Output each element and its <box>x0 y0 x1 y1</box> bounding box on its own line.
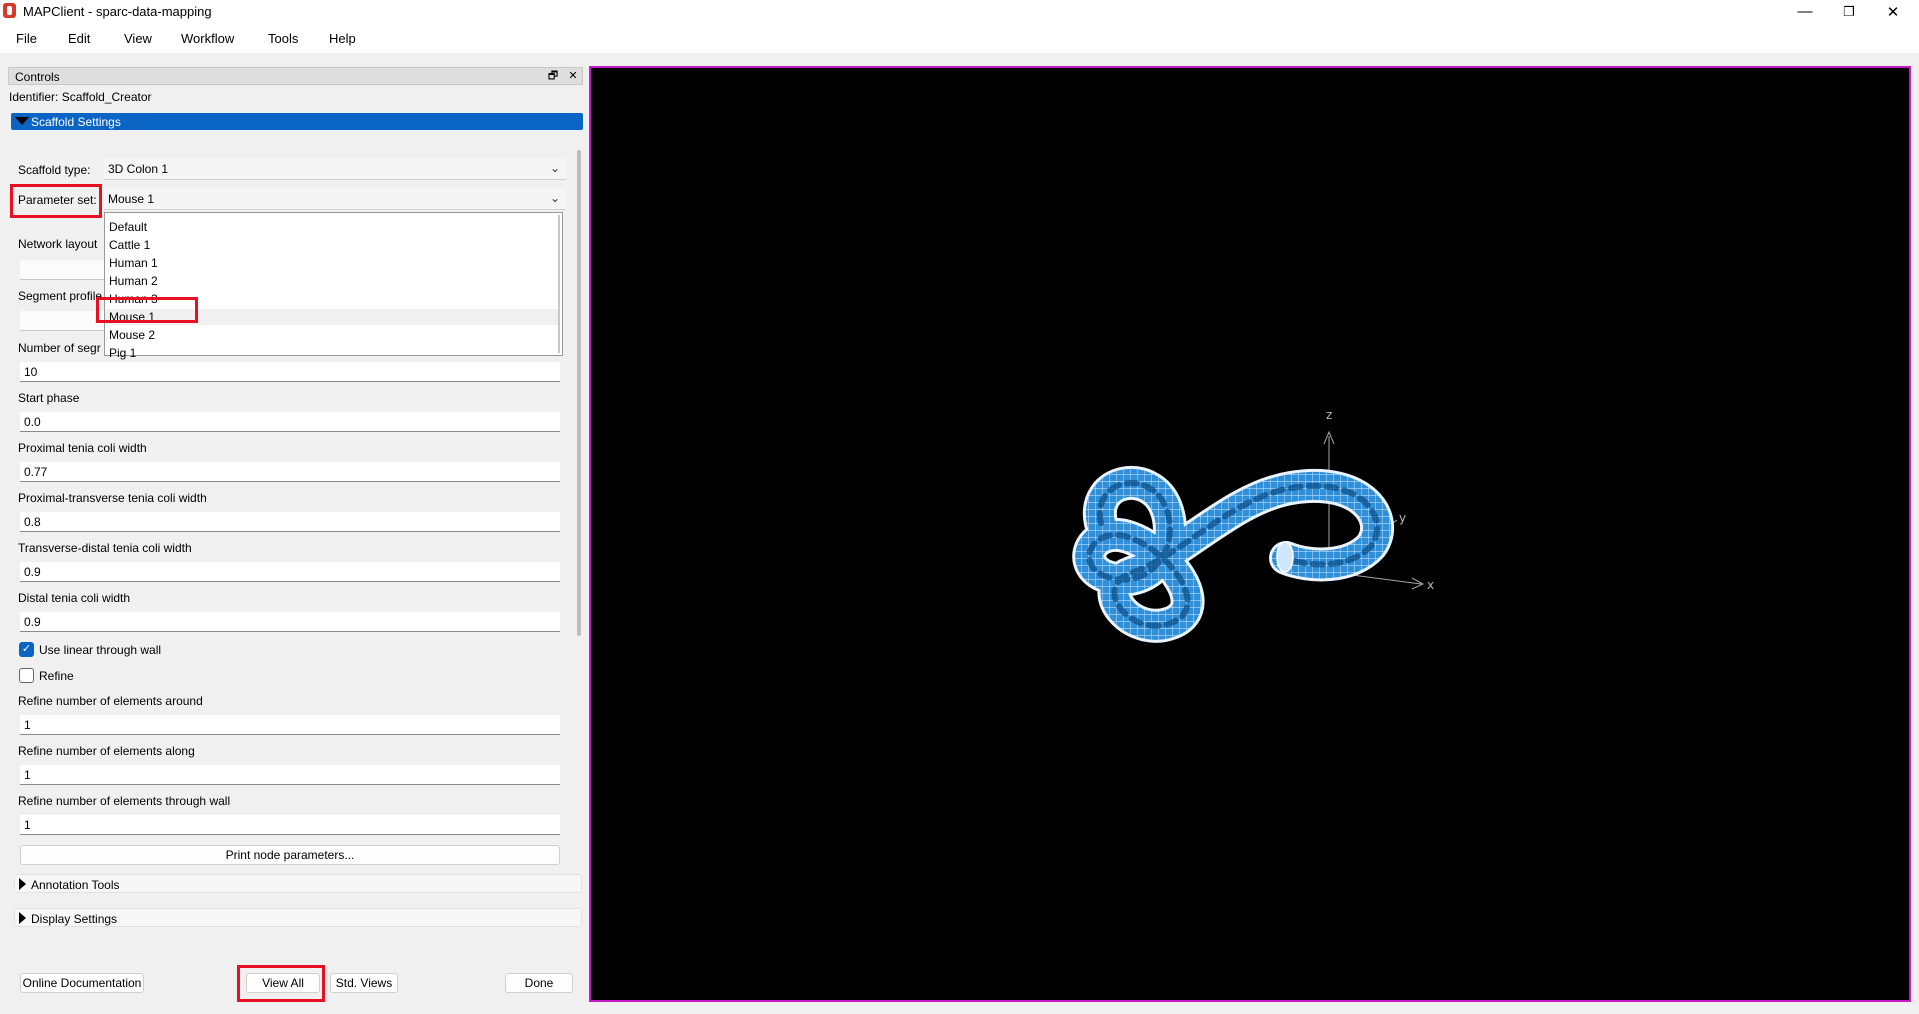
refine-wall-label: Refine number of elements through wall <box>18 794 231 808</box>
proximal-width-value: 0.77 <box>24 465 48 479</box>
option-cattle-1[interactable]: Cattle 1 <box>109 238 150 252</box>
scaffold-settings-label: Scaffold Settings <box>31 115 121 129</box>
print-node-parameters-button[interactable]: Print node parameters... <box>20 845 560 865</box>
menu-view[interactable]: View <box>124 31 152 46</box>
parameter-set-dropdown-list: Default Cattle 1 Human 1 Human 2 Human 3… <box>104 212 563 360</box>
menu-file[interactable]: File <box>16 31 37 46</box>
x-axis-label: x <box>1427 578 1434 592</box>
expand-triangle-icon <box>19 878 26 890</box>
proximal-width-input[interactable]: 0.77 <box>20 462 560 482</box>
annotation-tools-label: Annotation Tools <box>31 878 120 892</box>
segment-profile-field[interactable] <box>20 311 104 331</box>
option-pig-1[interactable]: Pig 1 <box>109 346 136 360</box>
refine-around-value: 1 <box>24 718 31 732</box>
number-segments-value: 10 <box>24 365 38 379</box>
controls-dock-title: Controls 🗗 ✕ <box>8 67 583 85</box>
option-mouse-2[interactable]: Mouse 2 <box>109 328 155 342</box>
number-segments-label: Number of segr <box>18 341 101 355</box>
display-settings-label: Display Settings <box>31 912 118 926</box>
menu-help[interactable]: Help <box>329 31 356 46</box>
title-bar: MAPClient - sparc-data-mapping — ❐ ✕ <box>0 0 1919 23</box>
float-icon[interactable]: 🗗 <box>545 69 561 83</box>
number-segments-input[interactable]: 10 <box>20 362 560 382</box>
online-documentation-button[interactable]: Online Documentation <box>20 973 144 993</box>
refine-along-value: 1 <box>24 768 31 782</box>
menu-edit[interactable]: Edit <box>68 31 90 46</box>
use-linear-label: Use linear through wall <box>39 643 162 657</box>
std-views-button[interactable]: Std. Views <box>330 973 398 993</box>
panel-scrollbar[interactable] <box>577 150 581 636</box>
network-layout-label: Network layout <box>18 237 98 251</box>
close-icon[interactable]: ✕ <box>565 69 581 83</box>
proximal-transverse-label: Proximal-transverse tenia coli width <box>18 491 207 505</box>
menu-tools[interactable]: Tools <box>268 31 298 46</box>
parameter-set-select[interactable]: Mouse 1 ⌄ <box>104 188 566 210</box>
start-phase-input[interactable]: 0.0 <box>20 412 560 432</box>
menu-bar: File Edit View Workflow Tools Help <box>0 23 1919 53</box>
window-title: MAPClient - sparc-data-mapping <box>23 4 212 19</box>
refine-checkbox[interactable] <box>19 668 34 683</box>
scaffold-type-select[interactable]: 3D Colon 1 ⌄ <box>104 158 566 180</box>
refine-around-label: Refine number of elements around <box>18 694 203 708</box>
minimize-button[interactable]: — <box>1783 0 1827 23</box>
distal-width-value: 0.9 <box>24 615 41 629</box>
distal-width-input[interactable]: 0.9 <box>20 612 560 632</box>
display-settings-header[interactable]: Display Settings <box>14 908 582 927</box>
mouse-1-highlight <box>96 297 198 323</box>
scaffold-render: z x y <box>1072 408 1434 643</box>
refine-wall-value: 1 <box>24 818 31 832</box>
3d-viewport[interactable]: z x y <box>589 66 1911 1002</box>
distal-width-label: Distal tenia coli width <box>18 591 131 605</box>
parameter-set-highlight <box>10 184 102 218</box>
transverse-distal-label: Transverse-distal tenia coli width <box>18 541 192 555</box>
dropdown-scrollbar[interactable] <box>558 215 560 353</box>
refine-label: Refine <box>39 669 74 683</box>
menu-workflow[interactable]: Workflow <box>181 31 234 46</box>
option-default[interactable]: Default <box>109 220 147 234</box>
annotation-tools-header[interactable]: Annotation Tools <box>14 874 582 893</box>
refine-wall-input[interactable]: 1 <box>20 815 560 835</box>
z-axis-label: z <box>1326 408 1332 422</box>
network-layout-field[interactable] <box>20 260 104 280</box>
expand-triangle-icon <box>19 912 26 924</box>
chevron-down-icon: ⌄ <box>549 161 560 175</box>
transverse-distal-input[interactable]: 0.9 <box>20 562 560 582</box>
scaffold-type-value: 3D Colon 1 <box>108 162 169 176</box>
scaffold-settings-header[interactable]: Scaffold Settings <box>11 113 583 130</box>
restore-button[interactable]: ❐ <box>1827 0 1871 23</box>
transverse-distal-value: 0.9 <box>24 565 41 579</box>
y-axis-label: y <box>1399 511 1406 525</box>
colon-scaffold-mesh <box>1072 466 1394 643</box>
collapse-triangle-icon <box>15 117 29 125</box>
proximal-transverse-value: 0.8 <box>24 515 41 529</box>
refine-along-input[interactable]: 1 <box>20 765 560 785</box>
dock-title-label: Controls <box>15 70 60 84</box>
use-linear-checkbox[interactable]: ✓ <box>19 642 34 657</box>
parameter-set-value: Mouse 1 <box>108 192 155 206</box>
option-human-1[interactable]: Human 1 <box>109 256 158 270</box>
segment-profile-label: Segment profile <box>18 289 103 303</box>
close-button[interactable]: ✕ <box>1871 0 1915 23</box>
chevron-down-icon: ⌄ <box>549 191 560 205</box>
done-button[interactable]: Done <box>505 973 573 993</box>
refine-around-input[interactable]: 1 <box>20 715 560 735</box>
view-all-highlight <box>237 965 325 1002</box>
proximal-transverse-input[interactable]: 0.8 <box>20 512 560 532</box>
start-phase-label: Start phase <box>18 391 80 405</box>
refine-along-label: Refine number of elements along <box>18 744 195 758</box>
app-icon <box>3 3 16 18</box>
proximal-width-label: Proximal tenia coli width <box>18 441 147 455</box>
identifier-label: Identifier: Scaffold_Creator <box>9 90 152 104</box>
start-phase-value: 0.0 <box>24 415 41 429</box>
scaffold-type-label: Scaffold type: <box>18 163 91 177</box>
option-human-2[interactable]: Human 2 <box>109 274 158 288</box>
